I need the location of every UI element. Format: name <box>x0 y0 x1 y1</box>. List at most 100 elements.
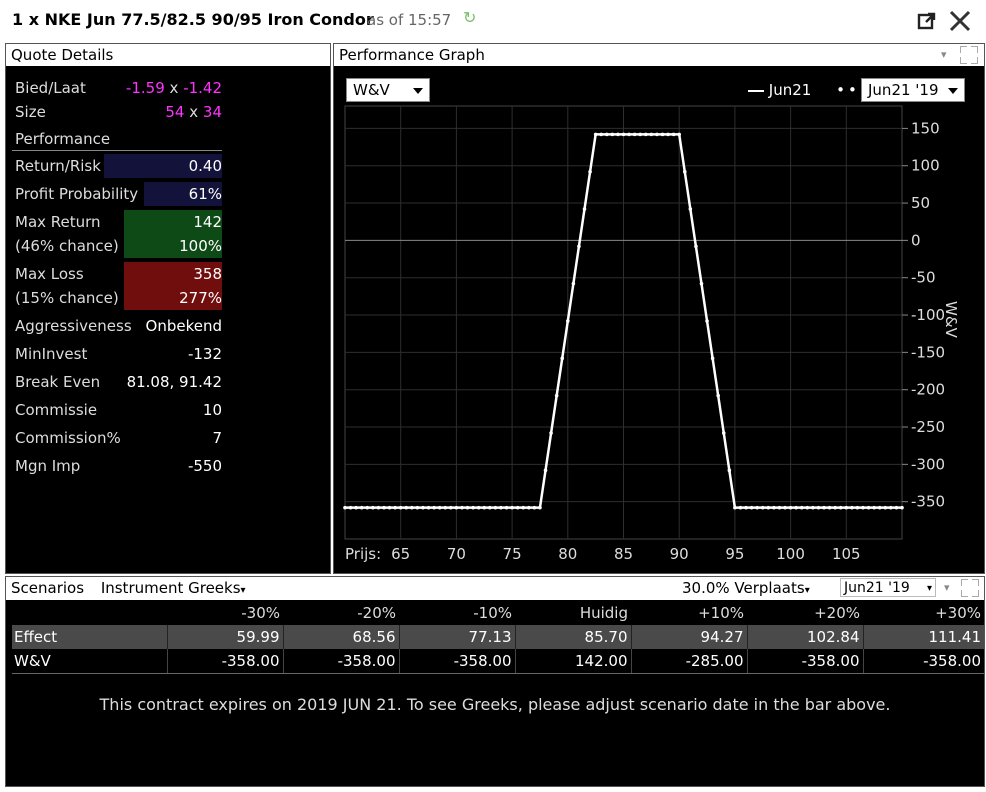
column-header: -30% <box>241 604 280 622</box>
x-tick-label: 105 <box>832 545 861 563</box>
series-point <box>437 505 442 510</box>
panel-menu-icon[interactable]: ▾ <box>944 577 950 599</box>
series-point <box>521 505 526 510</box>
series-point <box>359 505 364 510</box>
series-point <box>599 132 604 137</box>
series-point <box>421 505 425 510</box>
max-loss-value: 358 <box>193 265 222 283</box>
min-invest-label: MinInvest <box>15 345 88 363</box>
max-return-pct: 100% <box>179 237 222 255</box>
x-tick-label: 95 <box>725 545 744 563</box>
x-tick-label: 90 <box>670 545 689 563</box>
aggressiveness-row: Aggressiveness Onbekend <box>12 315 222 337</box>
series-point <box>482 505 487 510</box>
series-point <box>538 505 542 510</box>
bid-size: 54 <box>165 103 185 121</box>
series-point <box>443 505 448 510</box>
x-tick-label: 85 <box>614 545 633 563</box>
series-point <box>432 505 436 510</box>
refresh-icon[interactable]: ↻ <box>463 8 476 27</box>
bid-ask-label: Bied/Laat <box>15 79 86 97</box>
chevron-down-icon: ▾ <box>926 583 932 594</box>
y-tick-label: 150 <box>911 119 940 137</box>
max-return-chance-row: (46% chance) 100% <box>12 235 222 257</box>
series-point <box>733 505 737 510</box>
y-tick-label: 0 <box>911 231 921 249</box>
series-point <box>744 505 748 510</box>
min-invest-row: MinInvest -132 <box>12 343 222 365</box>
metric-dropdown[interactable]: W&V <box>346 78 430 102</box>
scenario-mode-dropdown[interactable]: Instrument Greeks▾ <box>101 579 246 597</box>
graph-date-dropdown[interactable]: Jun21 '19 <box>861 78 965 102</box>
column-header: +10% <box>698 604 744 622</box>
max-loss-pct: 277% <box>179 289 222 307</box>
scenario-date-dropdown[interactable]: Jun21 '19 ▾ <box>840 578 936 597</box>
series-point <box>566 319 570 323</box>
series-point <box>866 505 871 510</box>
quote-details-pane: Quote Details Bied/Laat -1.59 x -1.42 Si… <box>5 43 331 574</box>
window-title: 1 x NKE Jun 77.5/82.5 90/95 Iron Condor <box>12 10 374 29</box>
max-return-value: 142 <box>193 213 222 231</box>
max-loss-row: Max Loss 358 <box>12 263 222 285</box>
table-cell: 59.99 <box>166 625 283 649</box>
series-point <box>593 132 598 137</box>
series-point <box>621 132 626 137</box>
series-point <box>677 132 681 137</box>
scenario-mode-value: Instrument Greeks <box>100 579 241 597</box>
x-tick-label: 80 <box>558 545 577 563</box>
series-point <box>889 505 893 510</box>
close-icon[interactable] <box>948 9 972 33</box>
series-point <box>655 132 659 137</box>
series-point <box>671 132 676 137</box>
column-header: Huidig <box>579 604 628 622</box>
min-invest-value: -132 <box>187 345 222 363</box>
table-cell: -358.00 <box>398 649 515 674</box>
bid-ask-separator: x <box>169 79 179 97</box>
series-point <box>772 505 776 510</box>
series-point <box>398 505 403 510</box>
scenarios-pane: Scenarios Instrument Greeks▾ 30.0% Verpl… <box>5 576 985 787</box>
performance-graph-pane: Performance Graph ▾ W&V Jun21 •• Jun21 '… <box>333 43 985 574</box>
popout-icon[interactable] <box>917 11 937 31</box>
expand-icon[interactable] <box>961 579 979 597</box>
series-point <box>760 505 765 510</box>
series-point <box>348 505 353 510</box>
column-header: +20% <box>814 604 860 622</box>
expand-icon[interactable] <box>960 46 978 64</box>
return-risk-row: Return/Risk 0.40 <box>12 155 222 177</box>
table-cell: -285.00 <box>630 649 747 674</box>
series-point <box>604 132 609 137</box>
series-line <box>345 133 902 509</box>
mgn-imp-row: Mgn Imp -550 <box>12 455 222 477</box>
series-point <box>582 207 587 211</box>
x-tick-label: 75 <box>503 545 522 563</box>
series-point <box>877 505 882 510</box>
series-point <box>454 505 459 510</box>
mgn-imp-label: Mgn Imp <box>15 457 81 475</box>
y-tick-label: 50 <box>911 194 930 212</box>
profit-probability-value: 61% <box>188 185 222 203</box>
series-point <box>488 505 492 510</box>
series-point <box>376 505 381 510</box>
panel-menu-icon[interactable]: ▾ <box>941 44 947 66</box>
performance-label: Performance <box>15 130 111 148</box>
performance-graph-title: Performance Graph <box>339 46 485 64</box>
bid-value: -1.59 <box>125 79 165 97</box>
series-point <box>694 244 698 249</box>
series-point <box>649 132 654 137</box>
mgn-imp-value: -550 <box>187 457 222 475</box>
table-cell: 68.56 <box>282 625 399 649</box>
series-point <box>393 505 397 510</box>
series-point <box>476 505 481 510</box>
series-point <box>822 505 826 510</box>
max-return-row: Max Return 142 <box>12 211 222 233</box>
series-point <box>716 393 720 398</box>
table-cell: 94.27 <box>630 625 747 649</box>
scenario-move-dropdown[interactable]: 30.0% Verplaats▾ <box>682 577 810 602</box>
aggressiveness-value: Onbekend <box>145 317 222 335</box>
series-point <box>727 468 732 473</box>
series-point <box>588 169 592 174</box>
series-point <box>460 505 464 510</box>
table-cell: -358.00 <box>862 649 984 674</box>
commission-pct-value: 7 <box>212 429 222 447</box>
